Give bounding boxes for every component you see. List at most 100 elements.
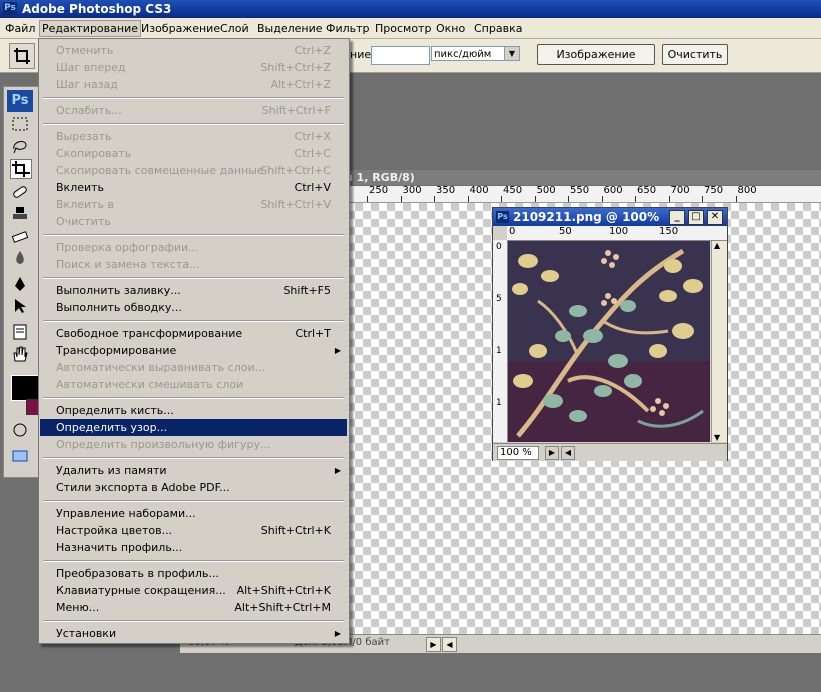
image-vertical-ruler-label: 0 <box>496 242 502 252</box>
menu-item-shortcut: Alt+Shift+Ctrl+K <box>236 584 331 597</box>
menu-item-label: Шаг назад <box>56 78 118 91</box>
menu-separator <box>43 500 344 502</box>
image-window-titlebar[interactable]: Ps 2109211.png @ 100% (Сл... _ □ ✕ <box>493 208 727 226</box>
edit-menu-item[interactable]: Преобразовать в профиль... <box>40 565 347 582</box>
edit-menu-item[interactable]: Меню... Alt+Shift+Ctrl+M <box>40 599 347 616</box>
edit-menu-item[interactable]: Отменить Ctrl+Z <box>40 42 347 59</box>
maximize-button[interactable]: □ <box>688 210 704 225</box>
edit-menu-item[interactable]: Свободное трансформирование Ctrl+T <box>40 325 347 342</box>
image-vertical-ruler-label: 1 <box>496 398 502 408</box>
units-select[interactable]: пикс/дюйм ▼ <box>431 46 520 61</box>
edit-menu-item[interactable]: Проверка орфографии... <box>40 239 347 256</box>
menu-file[interactable]: Файл <box>3 21 37 36</box>
edit-menu-item[interactable]: Вклеить в Shift+Ctrl+V <box>40 196 347 213</box>
blur-tool-icon[interactable] <box>10 249 30 267</box>
marquee-tool-icon[interactable] <box>10 115 30 133</box>
scroll-down-icon[interactable]: ▼ <box>714 433 720 442</box>
menu-item-label: Выполнить обводку... <box>56 301 182 314</box>
edit-menu-item[interactable]: Скопировать Ctrl+C <box>40 145 347 162</box>
menu-item-shortcut: Ctrl+C <box>294 147 331 160</box>
pattern-image[interactable] <box>508 241 710 442</box>
menu-item-shortcut: Ctrl+X <box>294 130 331 143</box>
units-select-value: пикс/дюйм <box>434 49 492 60</box>
image-horizontal-ruler[interactable]: 0 50 100 150 <box>507 226 727 241</box>
menu-separator <box>43 620 344 622</box>
menu-separator <box>43 234 344 236</box>
healing-brush-tool-icon[interactable] <box>10 183 30 201</box>
scroll-up-icon[interactable]: ▲ <box>714 241 720 250</box>
menu-image[interactable]: Изображение <box>139 21 222 36</box>
horizontal-ruler[interactable]: 250 300 350 400 450 500 550 600 650 700 750 800 <box>347 186 821 203</box>
ruler-tick-label: 550 <box>570 186 590 196</box>
edit-menu-item[interactable]: Вклеить Ctrl+V <box>40 179 347 196</box>
scroll-left-icon[interactable]: ◀ <box>561 446 575 460</box>
edit-menu-item[interactable]: Определить узор... <box>40 419 347 436</box>
edit-menu-item[interactable]: Выполнить обводку... <box>40 299 347 316</box>
edit-menu-item[interactable]: Назначить профиль... <box>40 539 347 556</box>
crop-tool-icon[interactable] <box>10 159 32 179</box>
edit-menu-item[interactable]: Шаг назад Alt+Ctrl+Z <box>40 76 347 93</box>
edit-menu-item[interactable]: Очистить <box>40 213 347 230</box>
menu-item-shortcut: Shift+Ctrl+C <box>260 164 331 177</box>
edit-menu-item[interactable]: Выполнить заливку... Shift+F5 <box>40 282 347 299</box>
edit-menu-item[interactable]: Шаг вперед Shift+Ctrl+Z <box>40 59 347 76</box>
status-menu-arrow-icon[interactable]: ▶ <box>545 446 559 460</box>
submenu-arrow-icon: ▶ <box>334 629 341 638</box>
menu-filter[interactable]: Фильтр <box>324 21 372 36</box>
document-tab[interactable]: й 1, RGB/8) <box>345 170 821 185</box>
status-menu-arrow-icon[interactable]: ▶ <box>426 637 441 652</box>
front-image-button[interactable]: Изображение <box>537 44 655 65</box>
notes-tool-icon[interactable] <box>10 323 30 341</box>
edit-menu-item[interactable]: Управление наборами... <box>40 505 347 522</box>
edit-menu-item[interactable]: Вырезать Ctrl+X <box>40 128 347 145</box>
edit-menu-item[interactable]: Стили экспорта в Adobe PDF... <box>40 479 347 496</box>
foreground-color-swatch[interactable] <box>11 375 39 401</box>
menu-item-shortcut: Ctrl+V <box>294 181 331 194</box>
menu-select[interactable]: Выделение <box>255 21 325 36</box>
image-zoom-field[interactable]: 100 % <box>497 446 539 460</box>
quick-mask-icon[interactable] <box>10 421 30 439</box>
pen-tool-icon[interactable] <box>10 275 30 293</box>
screen-mode-icon[interactable] <box>10 447 30 465</box>
edit-menu-item[interactable]: Скопировать совмещенные данные Shift+Ctrl… <box>40 162 347 179</box>
close-button[interactable]: ✕ <box>707 210 723 225</box>
menu-window[interactable]: Окно <box>434 21 467 36</box>
image-vertical-scrollbar[interactable]: ▲ ▼ <box>711 241 727 442</box>
scroll-left-icon[interactable]: ◀ <box>442 637 457 652</box>
path-selection-tool-icon[interactable] <box>10 297 30 315</box>
image-ruler-tick-label: 50 <box>559 226 572 237</box>
edit-menu-item[interactable]: Поиск и замена текста... <box>40 256 347 273</box>
ruler-tick-label: 400 <box>469 186 489 196</box>
crop-tool-preset-button[interactable] <box>9 43 35 69</box>
edit-menu-item[interactable]: Трансформирование ▶ <box>40 342 347 359</box>
ruler-tick-mark <box>702 196 703 202</box>
ruler-tick-mark <box>568 196 569 202</box>
edit-menu-item[interactable]: Настройка цветов... Shift+Ctrl+K <box>40 522 347 539</box>
edit-menu-item[interactable]: Определить произвольную фигуру... <box>40 436 347 453</box>
clear-button[interactable]: Очистить <box>662 44 728 65</box>
menu-view[interactable]: Просмотр <box>373 21 433 36</box>
ruler-tick-mark <box>400 196 402 202</box>
menu-help[interactable]: Справка <box>472 21 524 36</box>
menu-item-label: Удалить из памяти <box>56 464 167 477</box>
edit-menu-item[interactable]: Определить кисть... <box>40 402 347 419</box>
edit-menu-item[interactable]: Автоматически выравнивать слои... <box>40 359 347 376</box>
edit-menu-item[interactable]: Ослабить... Shift+Ctrl+F <box>40 102 347 119</box>
edit-menu-item[interactable]: Клавиатурные сокращения... Alt+Shift+Ctrl… <box>40 582 347 599</box>
edit-menu-item[interactable]: Автоматически смешивать слои <box>40 376 347 393</box>
image-vertical-ruler[interactable]: 0 5 1 1 <box>493 240 508 442</box>
hand-tool-icon[interactable] <box>10 345 30 363</box>
image-window[interactable]: Ps 2109211.png @ 100% (Сл... _ □ ✕ 05010… <box>492 207 728 461</box>
menu-separator <box>43 560 344 562</box>
edit-menu-item[interactable]: Удалить из памяти ▶ <box>40 462 347 479</box>
clone-stamp-tool-icon[interactable] <box>10 205 30 223</box>
lasso-tool-icon[interactable] <box>10 137 30 155</box>
eraser-tool-icon[interactable] <box>10 227 30 245</box>
menu-separator <box>43 457 344 459</box>
menu-item-shortcut: Shift+Ctrl+V <box>260 198 331 211</box>
minimize-button[interactable]: _ <box>669 210 685 225</box>
resolution-input[interactable] <box>371 46 430 65</box>
menu-layer[interactable]: Слой <box>218 21 251 36</box>
menu-edit[interactable]: Редактирование <box>39 20 141 37</box>
edit-menu-item[interactable]: Установки ▶ <box>40 625 347 642</box>
